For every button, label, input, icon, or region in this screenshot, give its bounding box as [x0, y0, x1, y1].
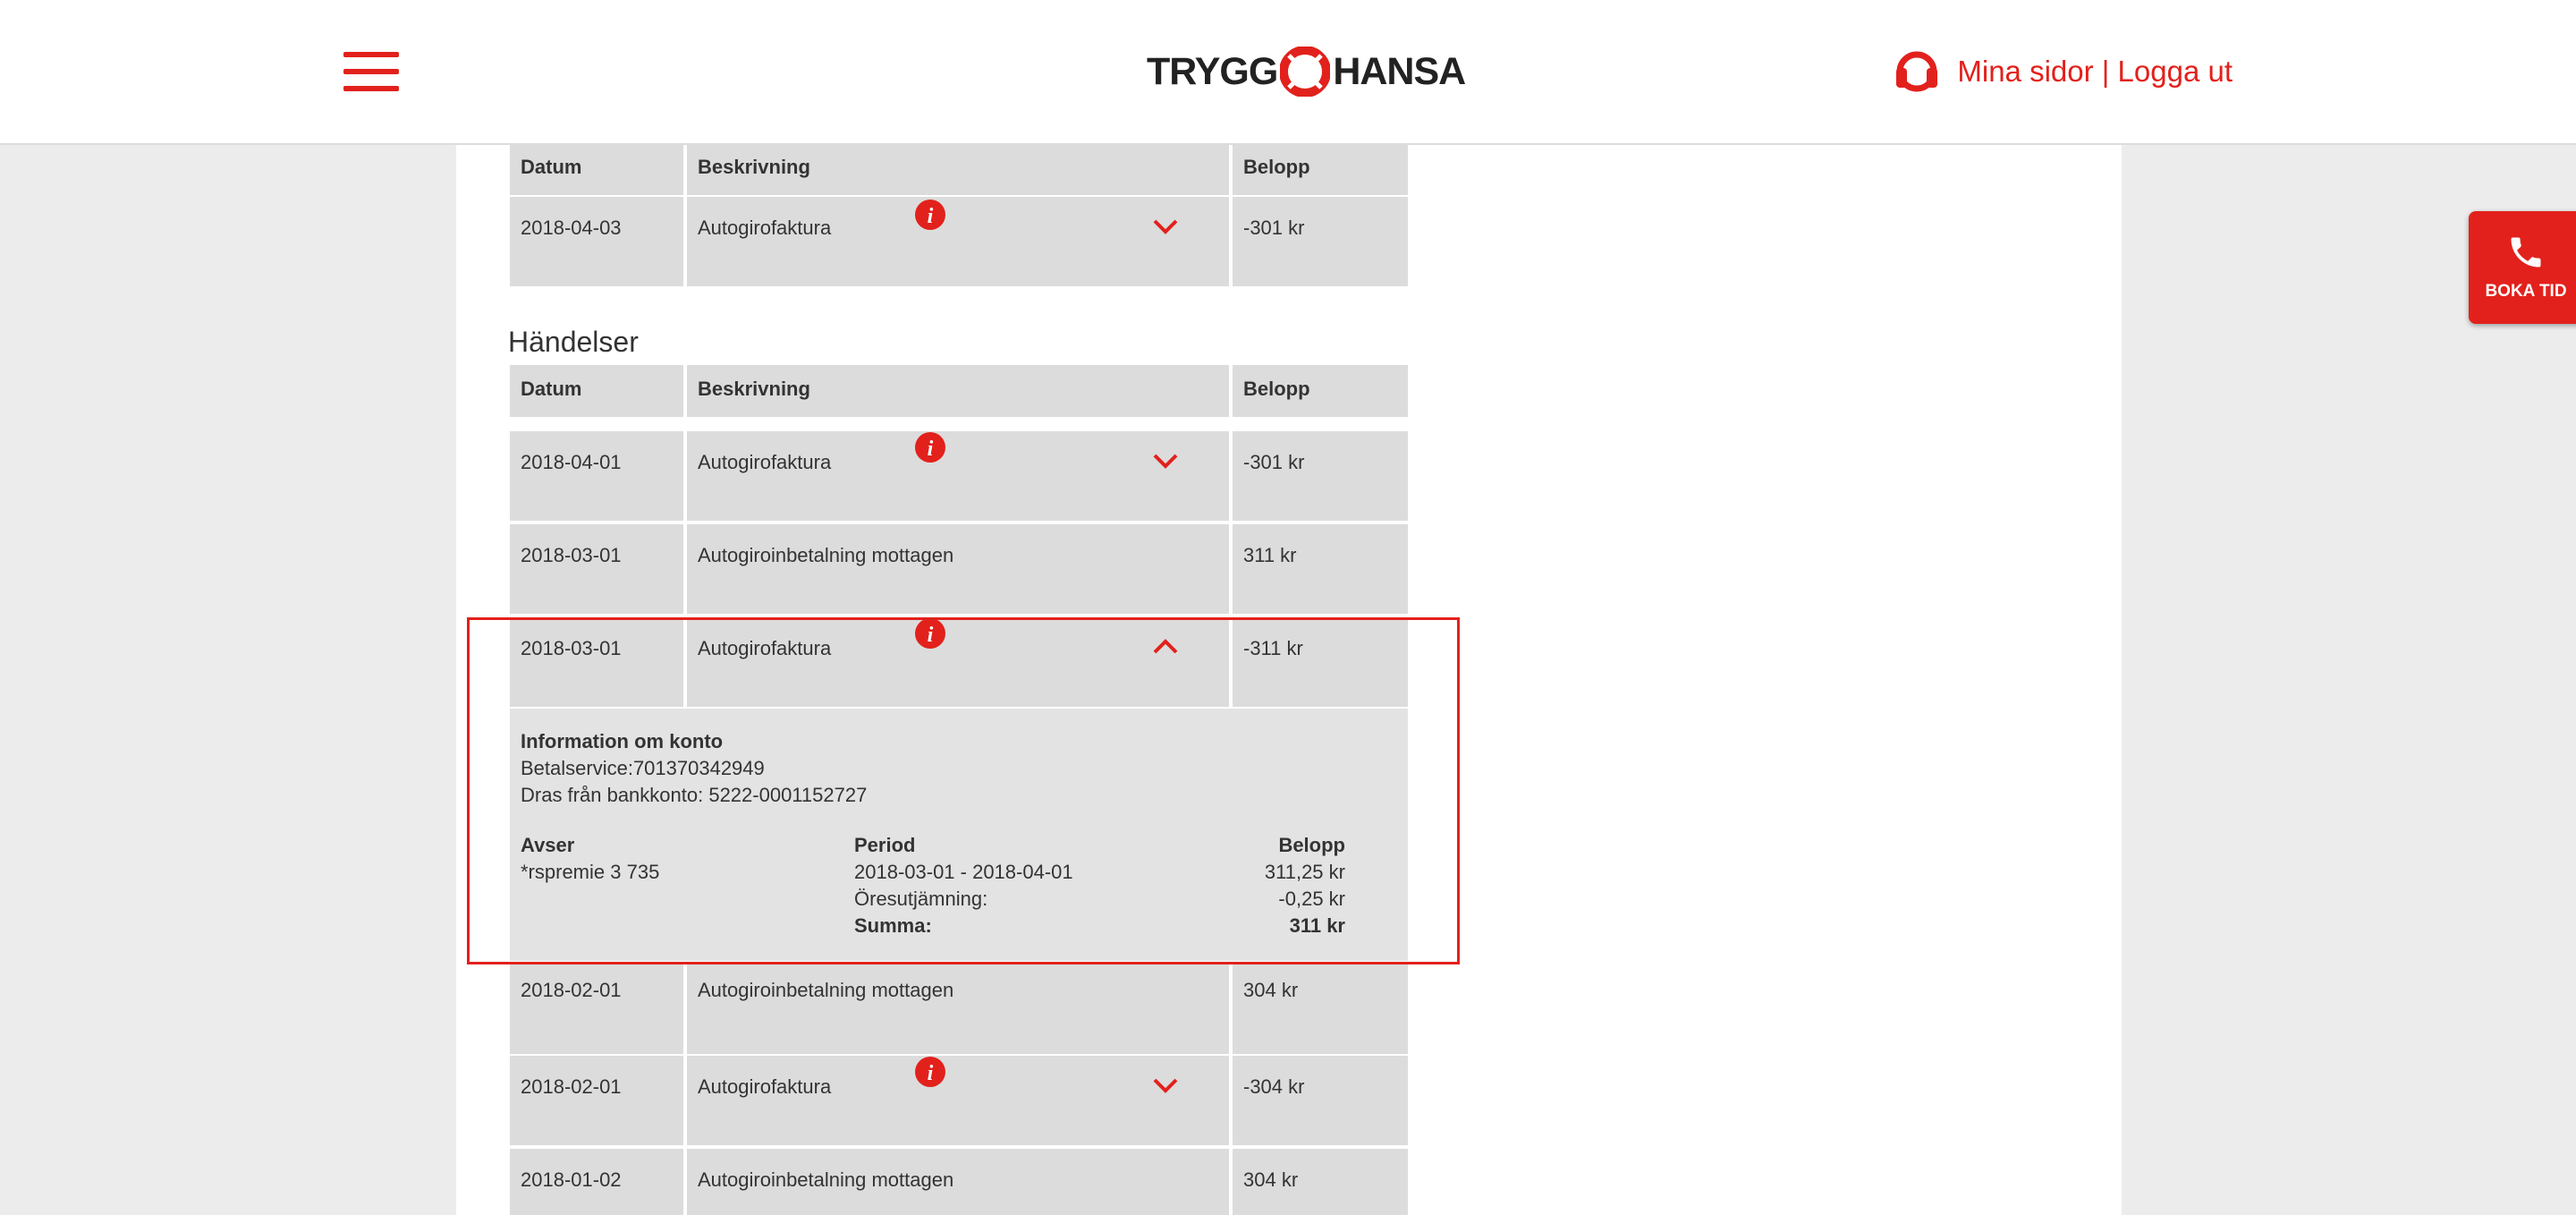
cell-datum: 2018-04-01 — [510, 431, 683, 521]
detail-heading: Information om konto — [521, 730, 724, 752]
detail-period-value: 2018-03-01 - 2018-04-01 — [854, 861, 1073, 883]
cell-beskrivning: Autogiroinbetalning mottagen — [687, 964, 1229, 1054]
logga-ut-link[interactable]: Logga ut — [2118, 55, 2233, 88]
info-icon[interactable]: i — [914, 431, 946, 463]
cell-beskrivning-text: Autogirofaktura — [698, 637, 832, 659]
chevron-up-icon[interactable] — [1152, 637, 1179, 657]
mina-sidor-link[interactable]: Mina sidor — [1957, 55, 2093, 88]
cell-datum: 2018-03-01 — [510, 524, 683, 614]
user-area: Mina sidor | Logga ut — [1896, 50, 2233, 93]
cell-belopp: 304 kr — [1233, 964, 1408, 1054]
top-header: TRYGG HANSA Mina sidor | Logga ut — [0, 0, 2576, 145]
cell-belopp: -304 kr — [1233, 1056, 1408, 1145]
table-row[interactable]: 2018-04-01 Autogirofaktura -301 kr — [510, 431, 1408, 524]
cell-datum: 2018-03-01 — [510, 617, 683, 707]
lifebuoy-icon — [1280, 47, 1331, 97]
phone-icon — [2511, 237, 2541, 268]
brand-logo-left: TRYGG — [1147, 49, 1278, 93]
detail-avser-value: *rspremie 3 735 — [521, 861, 660, 883]
brand-logo-right: HANSA — [1333, 49, 1466, 93]
chevron-down-icon[interactable] — [1152, 217, 1179, 236]
chevron-down-icon[interactable] — [1152, 451, 1179, 471]
col-header-datum: Datum — [510, 143, 683, 195]
top-table: Datum Beskrivning Belopp 2018-04-03 Auto… — [510, 143, 1408, 290]
table-row-expanded[interactable]: 2018-03-01 Autogirofaktura -311 kr — [510, 617, 1408, 710]
account-detail-panel: Information om konto Betalservice:701370… — [510, 709, 1408, 961]
table-header-row: Datum Beskrivning Belopp — [510, 143, 1408, 197]
cell-belopp: 311 kr — [1233, 524, 1408, 614]
table-row[interactable]: 2018-02-01 Autogirofaktura -304 kr — [510, 1056, 1408, 1149]
boka-tid-label: BOKA TID — [2485, 282, 2567, 301]
link-separator: | — [2093, 55, 2118, 88]
svg-text:i: i — [928, 624, 934, 647]
col-header-beskrivning: Beskrivning — [687, 143, 1229, 195]
cell-datum: 2018-04-03 — [510, 197, 683, 286]
detail-summa-label: Summa: — [854, 914, 932, 937]
cell-beskrivning: Autogirofaktura — [687, 617, 1229, 707]
table-header-row: Datum Beskrivning Belopp — [510, 365, 1408, 419]
table-row[interactable]: 2018-04-03 Autogirofaktura -301 kr — [510, 197, 1408, 290]
detail-belopp-label: Belopp — [1278, 834, 1345, 856]
detail-avser-label: Avser — [521, 834, 575, 856]
table-row[interactable]: 2018-01-02 Autogiroinbetalning mottagen … — [510, 1149, 1408, 1215]
svg-text:i: i — [928, 438, 934, 461]
info-icon[interactable]: i — [914, 617, 946, 650]
cell-datum: 2018-02-01 — [510, 1056, 683, 1145]
cell-beskrivning-text: Autogirofaktura — [698, 1075, 832, 1098]
brand-logo[interactable]: TRYGG HANSA — [1147, 43, 1466, 100]
detail-oresutjamning-label: Öresutjämning: — [854, 888, 988, 910]
cell-beskrivning: Autogirofaktura — [687, 197, 1229, 286]
cell-beskrivning: Autogirofaktura — [687, 431, 1229, 521]
cell-datum: 2018-02-01 — [510, 964, 683, 1054]
table-row[interactable]: 2018-02-01 Autogiroinbetalning mottagen … — [510, 964, 1408, 1058]
svg-text:i: i — [928, 1062, 934, 1085]
menu-icon[interactable] — [343, 52, 399, 91]
boka-tid-button[interactable]: BOKA TID — [2469, 211, 2576, 324]
cell-datum: 2018-01-02 — [510, 1149, 683, 1215]
chevron-down-icon[interactable] — [1152, 1075, 1179, 1095]
cell-belopp: 304 kr — [1233, 1149, 1408, 1215]
cell-belopp: -311 kr — [1233, 617, 1408, 707]
cell-beskrivning-text: Autogirofaktura — [698, 217, 832, 239]
col-header-belopp: Belopp — [1233, 365, 1408, 417]
cell-belopp: -301 kr — [1233, 431, 1408, 521]
detail-bankkonto: Dras från bankkonto: 5222-0001152727 — [521, 784, 868, 806]
section-title-handelser: Händelser — [508, 326, 639, 358]
cell-beskrivning-text: Autogirofaktura — [698, 451, 832, 473]
col-header-beskrivning: Beskrivning — [687, 365, 1229, 417]
headset-icon — [1896, 51, 1938, 92]
detail-belopp-value: 311,25 kr — [1264, 861, 1345, 883]
cell-beskrivning: Autogirofaktura — [687, 1056, 1229, 1145]
detail-summa-value: 311 kr — [1289, 914, 1345, 937]
col-header-belopp: Belopp — [1233, 143, 1408, 195]
cell-belopp: -301 kr — [1233, 197, 1408, 286]
svg-text:i: i — [928, 205, 934, 228]
detail-oresutjamning-value: -0,25 kr — [1278, 888, 1345, 910]
info-icon[interactable]: i — [914, 1056, 946, 1088]
detail-betalservice: Betalservice:701370342949 — [521, 757, 765, 779]
info-icon[interactable]: i — [914, 199, 946, 231]
col-header-datum: Datum — [510, 365, 683, 417]
handelser-table: Datum Beskrivning Belopp — [510, 365, 1408, 419]
table-row[interactable]: 2018-03-01 Autogiroinbetalning mottagen … — [510, 524, 1408, 617]
detail-period-label: Period — [854, 834, 916, 856]
cell-beskrivning: Autogiroinbetalning mottagen — [687, 1149, 1229, 1215]
cell-beskrivning: Autogiroinbetalning mottagen — [687, 524, 1229, 614]
